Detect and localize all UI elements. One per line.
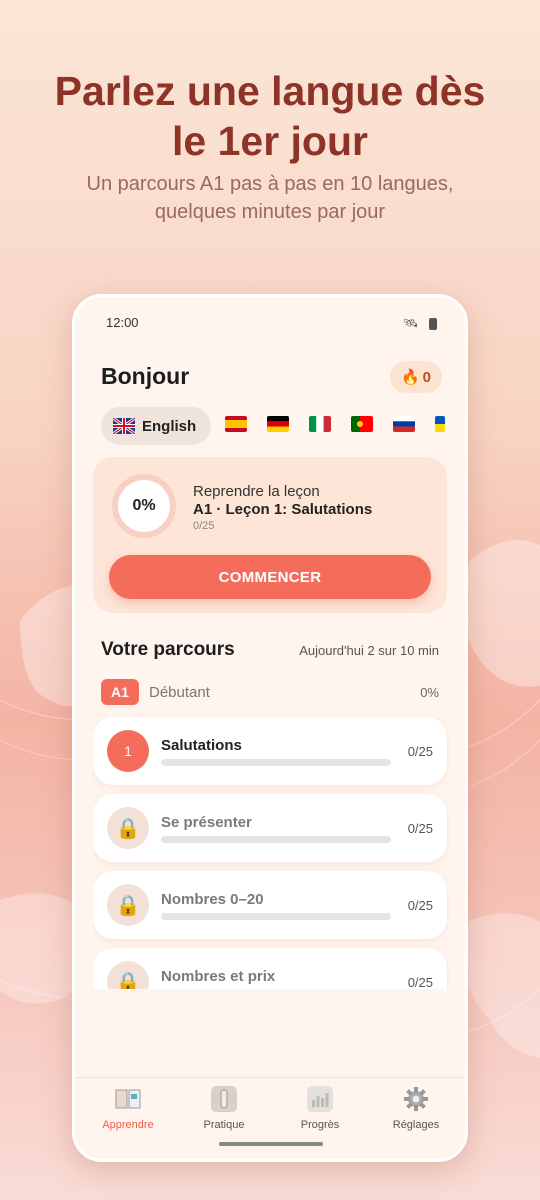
level-badge: A1 [101, 679, 139, 705]
tab-label: Apprendre [102, 1119, 154, 1131]
lesson-title: Salutations [161, 737, 242, 754]
lesson-title: Se présenter [161, 814, 252, 831]
chart-icon [307, 1086, 333, 1112]
lock-icon: 🔒 [107, 961, 149, 989]
lesson-list: 1 Salutations 0/25 🔒 Se présenter 0/25 🔒… [93, 717, 449, 989]
flag-uk-icon [113, 418, 135, 434]
streak-badge[interactable]: 🔥 0 [390, 361, 442, 393]
lesson-item-nombres-0-20[interactable]: 🔒 Nombres 0–20 0/25 [93, 871, 447, 939]
promo-headline-line2: le 1er jour [172, 118, 368, 164]
status-time: 12:00 [106, 315, 139, 330]
tab-apprendre[interactable]: Apprendre [83, 1086, 173, 1131]
resume-label: Reprendre la leçon [193, 483, 320, 500]
lesson-number-badge: 1 [107, 730, 149, 772]
lock-icon: 🔒 [107, 884, 149, 926]
lesson-progress-bar [161, 759, 391, 766]
promo-headline: Parlez une langue dès le 1er jour [0, 66, 540, 166]
flag-es-icon[interactable] [225, 416, 247, 432]
practice-icon [211, 1086, 237, 1112]
language-selector: English [101, 407, 465, 445]
book-icon [115, 1086, 141, 1112]
flag-it-icon[interactable] [309, 416, 331, 432]
gear-icon [403, 1086, 429, 1112]
home-indicator [219, 1142, 323, 1146]
satellite-icon: 🛰 [403, 316, 419, 330]
tab-pratique[interactable]: Pratique [179, 1086, 269, 1131]
lesson-progress-bar [161, 836, 391, 843]
promo-subline-line2: quelques minutes par jour [154, 201, 386, 223]
flag-pt-icon[interactable] [351, 416, 373, 432]
battery-icon [429, 318, 437, 330]
tab-label: Pratique [203, 1119, 245, 1131]
language-chip-label: English [142, 417, 197, 435]
language-chip-active[interactable]: English [101, 407, 211, 445]
promo-headline-line1: Parlez une langue dès [54, 68, 486, 114]
bottom-tab-bar: Apprendre Pratique Progrès Réglages [75, 1077, 465, 1137]
tab-label: Progrès [300, 1119, 340, 1131]
lesson-title: Nombres et prix [161, 968, 276, 985]
greeting-title: Bonjour [101, 363, 190, 389]
tab-progres[interactable]: Progrès [275, 1086, 365, 1131]
flame-icon: 🔥 [400, 369, 420, 386]
streak-count: 0 [422, 368, 432, 386]
promo-subline: Un parcours A1 pas à pas en 10 langues, … [0, 170, 540, 226]
lesson-count: 0/25 [407, 898, 433, 913]
path-title: Votre parcours [101, 639, 235, 660]
level-percent: 0% [420, 685, 439, 700]
lesson-count: 0/25 [407, 744, 433, 759]
lesson-count: 0/25 [407, 975, 433, 989]
flag-ua-icon[interactable] [435, 416, 445, 432]
lesson-item-se-presenter[interactable]: 🔒 Se présenter 0/25 [93, 794, 447, 862]
resume-lesson-card: 0% Reprendre la leçon A1 · Leçon 1: Salu… [93, 457, 447, 613]
level-name: Débutant [149, 684, 210, 701]
promo-subline-line1: Un parcours A1 pas à pas en 10 langues, [86, 173, 454, 195]
start-button[interactable]: COMMENCER [109, 555, 431, 599]
phone-frame: 12:00 🛰 Bonjour 🔥 0 English 0% Reprendre… [72, 294, 468, 1162]
lesson-item-salutations[interactable]: 1 Salutations 0/25 [93, 717, 447, 785]
resume-lesson-title: A1 · Leçon 1: Salutations [193, 501, 373, 518]
progress-ring-text: 0% [132, 497, 156, 514]
lesson-progress-bar [161, 913, 391, 920]
lesson-item-nombres-et-prix[interactable]: 🔒 Nombres et prix 0/25 [93, 948, 447, 989]
resume-lesson-count: 0/25 [193, 520, 215, 532]
lesson-count: 0/25 [407, 821, 433, 836]
lesson-title: Nombres 0–20 [161, 891, 264, 908]
flag-ru-icon[interactable] [393, 416, 415, 432]
daily-goal-text: Aujourd'hui 2 sur 10 min [299, 643, 439, 658]
tab-reglages[interactable]: Réglages [371, 1086, 461, 1131]
tab-label: Réglages [392, 1119, 440, 1131]
status-bar: 12:00 🛰 [75, 315, 465, 335]
lock-icon: 🔒 [107, 807, 149, 849]
flag-de-icon[interactable] [267, 416, 289, 432]
